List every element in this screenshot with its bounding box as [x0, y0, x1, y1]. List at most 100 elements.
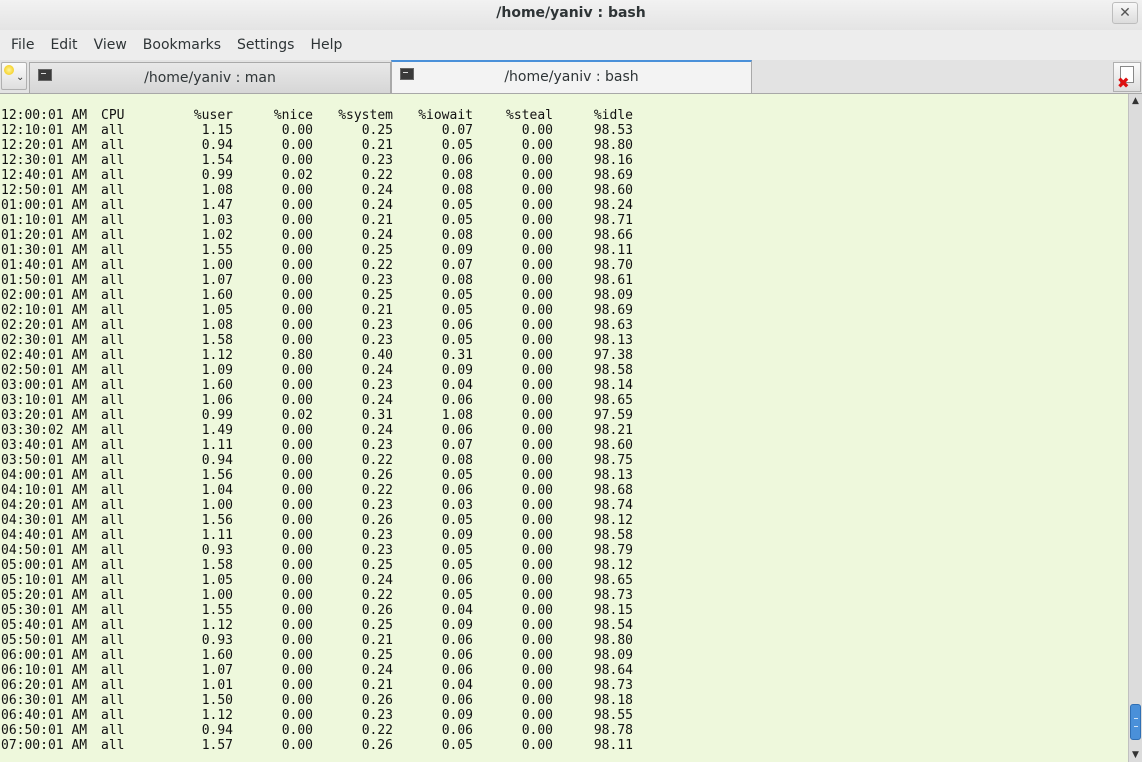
terminal-output[interactable]: 12:00:01 AM CPU %user %nice %system %iowait %s…: [0, 94, 1128, 762]
table-cell: all: [101, 288, 125, 303]
table-cell: all: [101, 558, 125, 573]
menu-help[interactable]: Help: [302, 30, 350, 60]
table-cell: all: [101, 723, 125, 738]
menu-bar: File Edit View Bookmarks Settings Help: [0, 30, 1142, 60]
table-cell: 1.12: [201, 618, 233, 633]
table-cell: 0.21: [361, 213, 393, 228]
table-cell: 0.00: [521, 303, 553, 318]
table-cell: 0.25: [361, 558, 393, 573]
table-cell: 1.03: [201, 213, 233, 228]
table-cell: 0.94: [201, 453, 233, 468]
table-cell: 12:40:01 AM: [1, 168, 88, 183]
table-cell: 0.05: [441, 543, 473, 558]
table-cell: 98.60: [593, 183, 633, 198]
tab-bar: ⌄ /home/yaniv : man /home/yaniv : bash ✖: [0, 60, 1142, 94]
table-cell: 0.24: [361, 198, 393, 213]
menu-file[interactable]: File: [3, 30, 42, 60]
table-cell: all: [101, 513, 125, 528]
table-cell: 0.08: [441, 168, 473, 183]
table-cell: 1.11: [201, 438, 233, 453]
new-tab-button[interactable]: ⌄: [1, 62, 27, 90]
table-cell: 97.38: [593, 348, 633, 363]
table-cell: 0.23: [361, 318, 393, 333]
table-cell: 03:40:01 AM: [1, 438, 88, 453]
table-cell: 0.00: [281, 588, 313, 603]
scrollbar-thumb[interactable]: [1130, 704, 1141, 740]
table-cell: all: [101, 498, 125, 513]
tab-label: /home/yaniv : man: [144, 70, 276, 86]
table-cell: 1.12: [201, 348, 233, 363]
table-cell: 0.07: [441, 123, 473, 138]
table-cell: 98.69: [593, 168, 633, 183]
table-cell: 1.00: [201, 588, 233, 603]
table-cell: 0.00: [281, 738, 313, 753]
menu-edit[interactable]: Edit: [42, 30, 85, 60]
table-cell: 0.00: [281, 438, 313, 453]
table-row: 01:50:01 AM all 1.07 0.00 0.23 0.08 0.00 98.61: [1, 273, 1128, 288]
table-cell: 0.22: [361, 168, 393, 183]
table-cell: 0.00: [281, 378, 313, 393]
table-cell: 07:00:01 AM: [1, 738, 88, 753]
close-window-button[interactable]: ✕: [1112, 2, 1138, 24]
table-row: 05:20:01 AM all 1.00 0.00 0.22 0.05 0.00 98.73: [1, 588, 1128, 603]
table-row: 02:20:01 AM all 1.08 0.00 0.23 0.06 0.00 98.63: [1, 318, 1128, 333]
table-cell: 0.00: [281, 693, 313, 708]
table-cell: 1.50: [201, 693, 233, 708]
table-cell: 98.11: [593, 243, 633, 258]
table-cell: 0.07: [441, 438, 473, 453]
table-row: 03:20:01 AM all 0.99 0.02 0.31 1.08 0.00 97.59: [1, 408, 1128, 423]
table-cell: 04:10:01 AM: [1, 483, 88, 498]
table-cell: 0.00: [281, 513, 313, 528]
table-cell: 0.00: [281, 723, 313, 738]
table-cell: 1.07: [201, 273, 233, 288]
table-cell: 0.25: [361, 288, 393, 303]
table-cell: 1.08: [201, 318, 233, 333]
terminal-text: 12:00:01 AM CPU %user %nice %system %iowait %s…: [0, 94, 1128, 753]
table-cell: 0.00: [521, 513, 553, 528]
table-cell: 1.15: [201, 123, 233, 138]
table-cell: 05:40:01 AM: [1, 618, 88, 633]
table-cell: 0.00: [281, 708, 313, 723]
table-row: 01:40:01 AM all 1.00 0.00 0.22 0.07 0.00 98.70: [1, 258, 1128, 273]
table-cell: all: [101, 663, 125, 678]
table-cell: 98.09: [593, 648, 633, 663]
table-cell: 0.00: [521, 438, 553, 453]
table-cell: 02:30:01 AM: [1, 333, 88, 348]
table-row: 02:00:01 AM all 1.60 0.00 0.25 0.05 0.00 98.09: [1, 288, 1128, 303]
table-cell: 12:50:01 AM: [1, 183, 88, 198]
table-cell: 1.56: [201, 468, 233, 483]
table-cell: 0.00: [521, 588, 553, 603]
vertical-scrollbar[interactable]: ▲ ▼: [1128, 94, 1142, 762]
table-cell: 0.06: [441, 318, 473, 333]
table-cell: 06:00:01 AM: [1, 648, 88, 663]
table-cell: all: [101, 138, 125, 153]
table-cell: 0.00: [521, 408, 553, 423]
scroll-down-icon[interactable]: ▼: [1129, 748, 1142, 762]
menu-bookmarks[interactable]: Bookmarks: [135, 30, 229, 60]
tab-bash[interactable]: /home/yaniv : bash: [391, 60, 752, 93]
scroll-up-icon[interactable]: ▲: [1129, 94, 1142, 108]
tab-label: /home/yaniv : bash: [504, 69, 639, 85]
table-cell: 0.00: [521, 288, 553, 303]
table-cell: all: [101, 483, 125, 498]
table-cell: 98.69: [593, 303, 633, 318]
table-cell: 98.65: [593, 573, 633, 588]
table-cell: 0.06: [441, 663, 473, 678]
column-header: %idle: [593, 108, 633, 123]
table-cell: 0.00: [281, 318, 313, 333]
table-cell: all: [101, 213, 125, 228]
menu-settings[interactable]: Settings: [229, 30, 302, 60]
close-tab-button[interactable]: ✖: [1113, 62, 1141, 92]
menu-view[interactable]: View: [86, 30, 135, 60]
table-cell: 0.23: [361, 153, 393, 168]
table-cell: 0.00: [281, 558, 313, 573]
table-row: 12:50:01 AM all 1.08 0.00 0.24 0.08 0.00 98.60: [1, 183, 1128, 198]
table-cell: 0.00: [521, 453, 553, 468]
table-cell: all: [101, 408, 125, 423]
tab-man[interactable]: /home/yaniv : man: [29, 62, 391, 93]
table-cell: 0.08: [441, 228, 473, 243]
table-cell: 0.23: [361, 498, 393, 513]
table-cell: all: [101, 318, 125, 333]
table-cell: 0.00: [521, 708, 553, 723]
table-row: 03:50:01 AM all 0.94 0.00 0.22 0.08 0.00 98.75: [1, 453, 1128, 468]
